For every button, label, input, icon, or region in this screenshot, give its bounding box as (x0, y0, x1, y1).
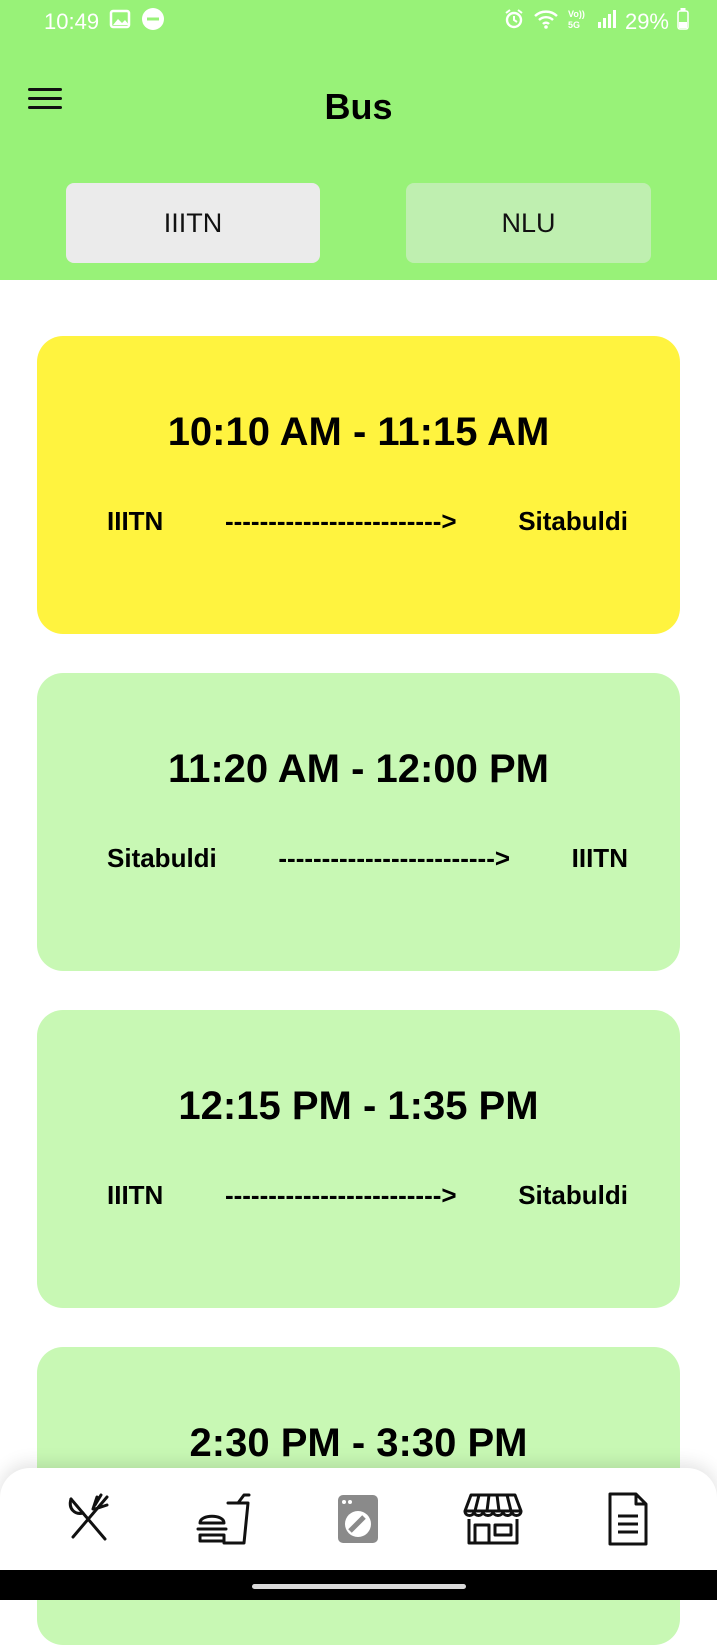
bottom-navigation (0, 1468, 717, 1570)
tab-nlu[interactable]: NLU (406, 183, 651, 263)
system-nav-bar (0, 1570, 717, 1600)
route-to: IIITN (571, 843, 628, 873)
wifi-icon (533, 8, 559, 36)
svg-text:Vo)): Vo)) (568, 9, 585, 19)
signal-icon (597, 9, 617, 35)
schedule-card[interactable]: 11:20 AM - 12:00 PM Sitabuldi ----------… (37, 673, 680, 971)
route-arrow: -------------------------> (278, 843, 511, 873)
gallery-icon (109, 8, 131, 36)
route-arrow: -------------------------> (224, 1180, 457, 1210)
schedule-route: IIITN -------------------------> Sitabul… (107, 506, 628, 537)
schedule-time: 12:15 PM - 1:35 PM (178, 1084, 539, 1128)
schedule-route: IIITN -------------------------> Sitabul… (107, 1180, 628, 1211)
route-from: IIITN (107, 1180, 164, 1210)
battery-percent: 29% (624, 9, 669, 34)
laundry-icon[interactable] (326, 1487, 390, 1551)
schedule-time: 2:30 PM - 3:30 PM (189, 1421, 528, 1465)
fast-food-icon[interactable] (192, 1487, 256, 1551)
home-indicator[interactable] (252, 1584, 466, 1589)
schedule-card[interactable]: 12:15 PM - 1:35 PM IIITN ---------------… (37, 1010, 680, 1308)
status-bar: 10:49 Vo)) 5G 29% (0, 0, 717, 44)
document-icon[interactable] (596, 1487, 660, 1551)
schedule-card[interactable]: 10:10 AM - 11:15 AM IIITN --------------… (37, 336, 680, 634)
route-to: Sitabuldi (518, 506, 628, 536)
route-from: Sitabuldi (107, 843, 217, 873)
route-to: Sitabuldi (518, 1180, 628, 1210)
alarm-icon (503, 8, 525, 36)
battery-icon (677, 8, 689, 36)
route-from: IIITN (107, 506, 164, 536)
volte-5g-icon: Vo)) 5G (567, 7, 589, 37)
do-not-disturb-icon (141, 7, 165, 37)
tab-iiitn[interactable]: IIITN (66, 183, 320, 263)
schedule-time: 11:20 AM - 12:00 PM (168, 747, 549, 791)
fork-knife-icon[interactable] (57, 1487, 121, 1551)
schedule-time: 10:10 AM - 11:15 AM (167, 410, 550, 454)
schedule-route: Sitabuldi -------------------------> III… (107, 843, 628, 874)
page-title: Bus (324, 86, 393, 127)
status-time: 10:49 (44, 9, 100, 34)
svg-text:5G: 5G (568, 20, 580, 30)
app-bar: Bus IIITN NLU (0, 44, 717, 280)
route-arrow: -------------------------> (224, 506, 457, 536)
store-icon[interactable] (461, 1487, 525, 1551)
